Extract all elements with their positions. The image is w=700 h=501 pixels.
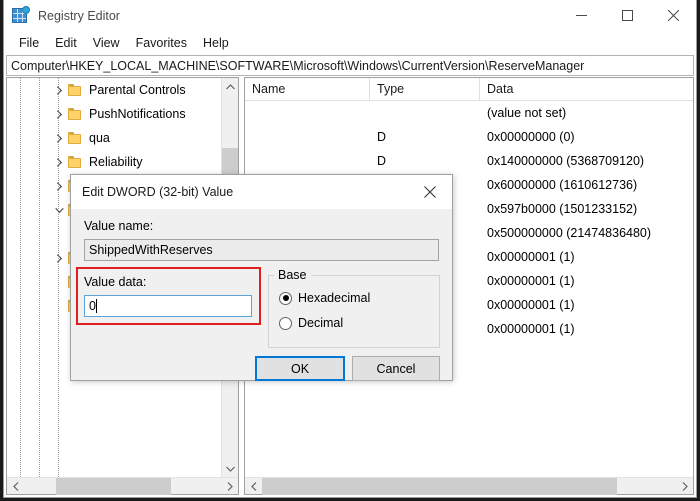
tree-hscroll-thumb[interactable] <box>56 478 171 495</box>
tree-item-label: qua <box>89 130 110 145</box>
table-row[interactable]: (value not set) <box>245 101 693 125</box>
chevron-right-icon[interactable] <box>51 78 67 102</box>
cell-data: 0x500000000 (21474836480) <box>487 226 652 240</box>
dialog-body: Value name: ShippedWithReserves Value da… <box>71 209 452 381</box>
value-data-text: 0 <box>89 299 96 313</box>
radio-hexadecimal-label: Hexadecimal <box>298 291 371 305</box>
close-icon[interactable] <box>650 0 696 31</box>
list-column-headers: Name Type Data <box>245 78 693 101</box>
cell-data: (value not set) <box>487 106 567 120</box>
cell-data: 0x00000001 (1) <box>487 274 575 288</box>
value-data-input[interactable]: 0 <box>84 295 252 317</box>
radio-hexadecimal[interactable]: Hexadecimal <box>279 291 370 305</box>
chevron-right-icon[interactable] <box>51 150 67 174</box>
scroll-right-icon[interactable] <box>676 478 693 495</box>
title-bar: Registry Editor <box>4 0 696 31</box>
value-data-label: Value data: <box>84 275 147 289</box>
list-horizontal-scrollbar[interactable] <box>245 477 693 495</box>
cell-type: D <box>377 130 387 144</box>
tree-item-label: Reliability <box>89 154 143 169</box>
cell-type: D <box>377 154 387 168</box>
ok-button[interactable]: OK <box>255 356 345 381</box>
dialog-title-bar: Edit DWORD (32-bit) Value <box>71 175 452 209</box>
menu-item-edit[interactable]: Edit <box>47 34 85 52</box>
content-panes: Parental Controls PushNotifications qua Rel… <box>6 77 694 495</box>
chevron-right-icon[interactable] <box>51 174 67 198</box>
cell-data: 0x60000000 (1610612736) <box>487 178 638 192</box>
table-row[interactable]: D 0x00000000 (0) <box>245 125 693 149</box>
window-controls <box>558 0 696 31</box>
tree-guide-line <box>39 78 40 477</box>
cell-data: 0x597b0000 (1501233152) <box>487 202 638 216</box>
edit-dword-dialog: Edit DWORD (32-bit) Value Value name: Sh… <box>70 174 453 381</box>
screenshot-root: Registry Editor File Edit View Favorites… <box>0 0 700 501</box>
menu-item-favorites[interactable]: Favorites <box>128 34 195 52</box>
scroll-left-icon[interactable] <box>7 478 24 495</box>
chevron-right-icon[interactable] <box>51 102 67 126</box>
column-header-data[interactable]: Data <box>480 78 693 100</box>
folder-icon <box>67 131 83 145</box>
tree-guide-line <box>58 78 59 477</box>
address-path: Computer\HKEY_LOCAL_MACHINE\SOFTWARE\Mic… <box>11 58 585 73</box>
radio-decimal[interactable]: Decimal <box>279 316 343 330</box>
radio-indicator-icon <box>279 316 292 330</box>
radio-decimal-label: Decimal <box>298 316 344 330</box>
menu-item-view[interactable]: View <box>85 34 128 52</box>
maximize-icon[interactable] <box>604 0 650 31</box>
scroll-down-icon[interactable] <box>222 460 238 477</box>
tree-leaf-spacer <box>51 270 67 294</box>
tree-horizontal-scrollbar[interactable] <box>7 477 238 495</box>
menu-item-file[interactable]: File <box>11 34 47 52</box>
window-title: Registry Editor <box>38 8 120 23</box>
registry-editor-window: Registry Editor File Edit View Favorites… <box>3 0 697 498</box>
column-header-name[interactable]: Name <box>245 78 370 100</box>
close-icon[interactable] <box>408 175 452 208</box>
table-row[interactable]: D 0x140000000 (5368709120) <box>245 149 693 173</box>
folder-icon <box>67 107 83 121</box>
folder-icon <box>67 155 83 169</box>
chevron-down-icon[interactable] <box>51 198 67 222</box>
text-caret <box>95 299 97 313</box>
value-name-input[interactable]: ShippedWithReserves <box>84 239 439 261</box>
chevron-right-icon[interactable] <box>51 126 67 150</box>
chevron-right-icon[interactable] <box>51 246 67 270</box>
base-groupbox <box>268 275 440 348</box>
tree-item-label: Parental Controls <box>89 82 186 97</box>
cell-data: 0x00000001 (1) <box>487 298 575 312</box>
registry-editor-icon <box>12 6 30 24</box>
folder-icon <box>67 83 83 97</box>
menu-bar: File Edit View Favorites Help <box>4 31 696 55</box>
scroll-left-icon[interactable] <box>245 478 262 495</box>
cell-data: 0x140000000 (5368709120) <box>487 154 645 168</box>
minimize-icon[interactable] <box>558 0 604 31</box>
tree-item-label: PushNotifications <box>89 106 186 121</box>
cell-data: 0x00000001 (1) <box>487 322 575 336</box>
radio-indicator-icon <box>279 291 292 305</box>
menu-item-help[interactable]: Help <box>195 34 237 52</box>
tree-guide-line <box>20 78 21 477</box>
cancel-button[interactable]: Cancel <box>352 356 440 381</box>
list-hscroll-thumb[interactable] <box>262 478 617 495</box>
tree-leaf-spacer <box>51 294 67 318</box>
address-bar[interactable]: Computer\HKEY_LOCAL_MACHINE\SOFTWARE\Mic… <box>6 55 694 76</box>
value-name-text: ShippedWithReserves <box>89 243 213 257</box>
cell-data: 0x00000001 (1) <box>487 250 575 264</box>
dialog-title: Edit DWORD (32-bit) Value <box>82 185 234 199</box>
base-legend: Base <box>274 268 311 282</box>
cell-data: 0x00000000 (0) <box>487 130 575 144</box>
column-header-type[interactable]: Type <box>370 78 480 100</box>
value-name-label: Value name: <box>84 219 154 233</box>
scroll-up-icon[interactable] <box>222 78 238 95</box>
scroll-right-icon[interactable] <box>221 478 238 495</box>
